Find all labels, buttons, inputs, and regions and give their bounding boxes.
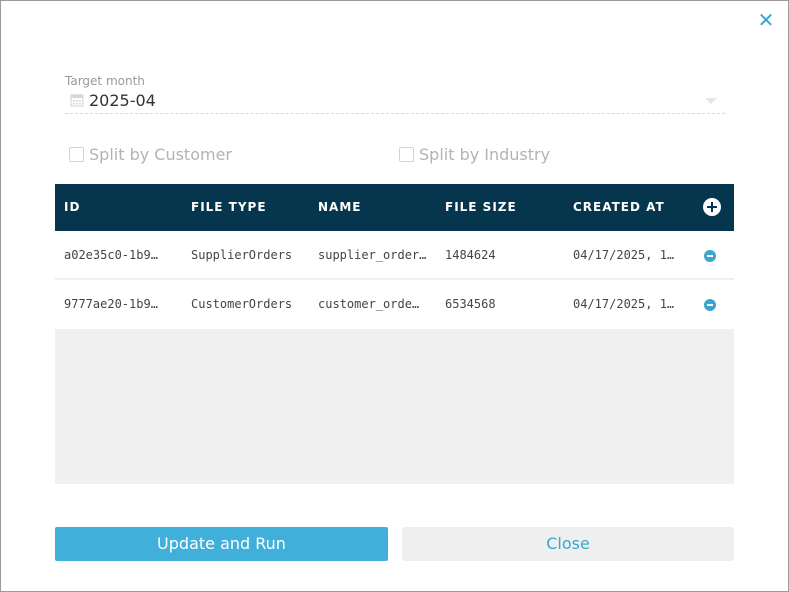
- target-month-value: 2025-04: [89, 91, 156, 110]
- column-header-file-type[interactable]: FILE TYPE: [191, 184, 309, 231]
- cell-name: supplier_order…: [318, 248, 427, 262]
- cell-file-size: 6534568: [445, 297, 496, 311]
- split-by-customer-checkbox[interactable]: [69, 146, 84, 162]
- close-button[interactable]: Close: [402, 527, 734, 561]
- cell-name: customer_orde…: [318, 297, 420, 311]
- cell-id: a02e35c0-1b9…: [64, 248, 158, 262]
- cell-file-type: CustomerOrders: [191, 297, 293, 311]
- table-row[interactable]: a02e35c0-1b9… SupplierOrders supplier_or…: [55, 231, 734, 279]
- minus-circle-icon[interactable]: [704, 299, 716, 311]
- files-table: ID FILE TYPE NAME FILE SIZE CREATED AT a…: [55, 184, 734, 484]
- cell-file-size: 1484624: [445, 248, 496, 262]
- split-by-industry-label: Split by Industry: [419, 144, 551, 164]
- close-icon[interactable]: ✕: [756, 10, 776, 30]
- plus-circle-icon[interactable]: [703, 198, 721, 216]
- table-header: ID FILE TYPE NAME FILE SIZE CREATED AT: [55, 184, 734, 231]
- dialog: ✕ Target month 2025-04 Split by Customer…: [0, 0, 789, 592]
- table-row[interactable]: 9777ae20-1b9… CustomerOrders customer_or…: [55, 280, 734, 329]
- cell-file-type: SupplierOrders: [191, 248, 293, 262]
- column-header-name[interactable]: NAME: [318, 184, 436, 231]
- cell-created-at: 04/17/2025, 1…: [573, 248, 675, 262]
- column-header-created-at[interactable]: CREATED AT: [573, 184, 691, 231]
- split-by-industry-option[interactable]: Split by Industry: [399, 144, 550, 164]
- column-header-file-size[interactable]: FILE SIZE: [445, 184, 563, 231]
- column-header-id[interactable]: ID: [64, 184, 182, 231]
- update-and-run-button[interactable]: Update and Run: [55, 527, 388, 561]
- chevron-down-icon[interactable]: [705, 98, 717, 104]
- calendar-icon: [70, 94, 84, 107]
- split-by-customer-label: Split by Customer: [89, 144, 232, 164]
- target-month-field[interactable]: Target month 2025-04: [65, 74, 725, 114]
- split-by-customer-option[interactable]: Split by Customer: [69, 144, 232, 164]
- cell-id: 9777ae20-1b9…: [64, 297, 158, 311]
- minus-circle-icon[interactable]: [704, 250, 716, 262]
- target-month-label: Target month: [65, 74, 145, 88]
- cell-created-at: 04/17/2025, 1…: [573, 297, 675, 311]
- split-by-industry-checkbox[interactable]: [399, 146, 414, 162]
